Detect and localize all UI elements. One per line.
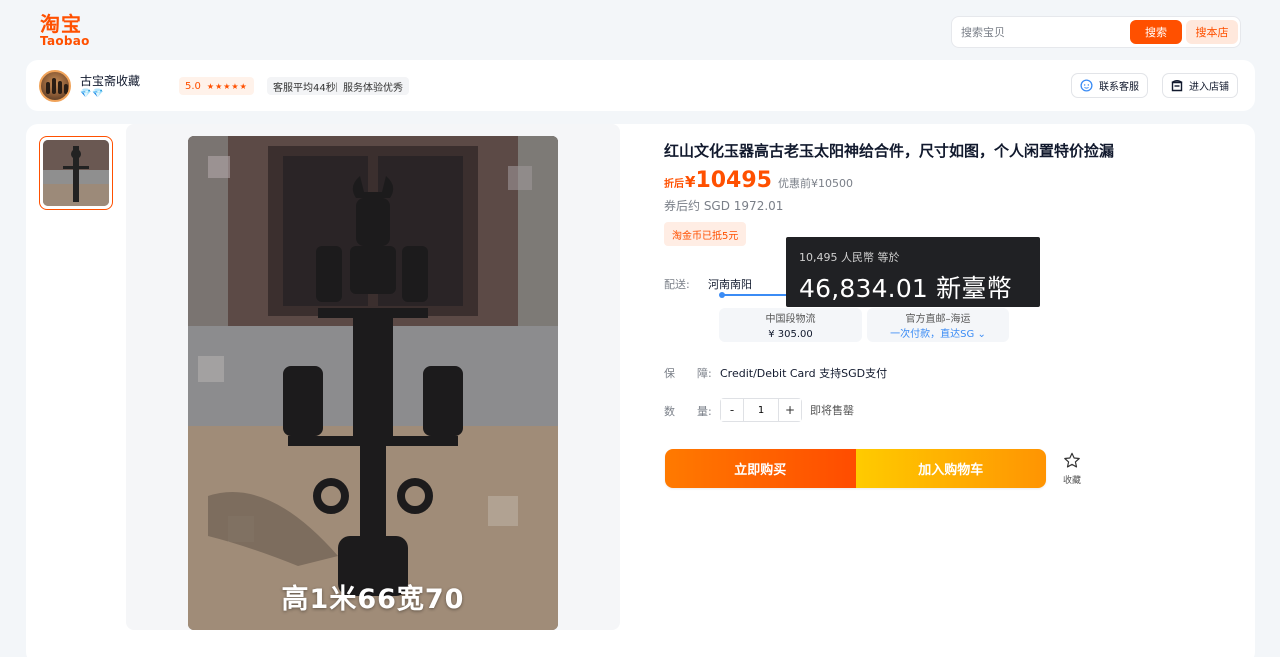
enter-store-button[interactable]: 进入店铺	[1162, 73, 1238, 98]
chevron-down-icon[interactable]: ⌄	[977, 329, 985, 340]
buy-now-button[interactable]: 立即购买	[665, 449, 856, 488]
store-icon	[1171, 79, 1183, 92]
price-value: 10495	[695, 168, 772, 193]
guarantee-label: 保 障:	[664, 367, 712, 380]
star-icon	[1063, 452, 1081, 472]
price-prefix: 折后	[664, 179, 684, 190]
shipping-route-dot	[719, 292, 725, 298]
quantity-label: 数 量:	[664, 405, 712, 418]
original-price: 优惠前¥10500	[777, 177, 853, 190]
shipping-route-line	[722, 294, 794, 296]
shipping-label: 配送:	[664, 278, 690, 291]
enter-store-label: 进入店铺	[1189, 82, 1229, 93]
coin-discount-badge: 淘金币已抵5元	[664, 222, 747, 246]
shipping-option-domestic[interactable]: 中国段物流 ¥ 305.00	[719, 308, 862, 342]
image-caption: 高1米66宽70	[281, 584, 465, 615]
product-card: 高1米66宽70 红山文化玉器高古老玉太阳神给合件，尺寸如图，个人闲置特价捡漏 …	[26, 124, 1255, 657]
shop-avatar[interactable]	[39, 70, 71, 102]
price-row: 折后 ¥ 10495 优惠前¥10500	[664, 168, 853, 193]
currency-tooltip: 10,495 人民幣 等於 46,834.01 新臺幣	[786, 237, 1040, 307]
thumbnail-image	[43, 140, 109, 206]
tooltip-source-amount: 10,495 人民幣 等於	[799, 251, 900, 264]
shipping-option-international[interactable]: 官方直邮–海运 一次付款，直达SG ⌄	[867, 308, 1009, 342]
logo-cn: 淘宝	[40, 12, 82, 36]
logo-en: Taobao	[40, 34, 90, 48]
purchase-buttons: 立即购买 加入购物车	[665, 449, 1046, 488]
search-input[interactable]	[954, 19, 1130, 45]
shop-name[interactable]: 古宝斋收藏	[80, 72, 140, 89]
quantity-stepper: - + 即将售罄	[720, 398, 854, 422]
shipping-option-domestic-price: ¥ 305.00	[768, 329, 813, 340]
add-to-cart-button[interactable]: 加入购物车	[855, 449, 1046, 488]
search-bar: 搜索 搜本店	[951, 16, 1241, 48]
chat-icon	[1080, 79, 1093, 92]
quantity-minus-button[interactable]: -	[721, 399, 743, 421]
favorite-button[interactable]: 收藏	[1060, 452, 1084, 486]
shipping-origin: 河南南阳	[708, 278, 752, 291]
shop-rating: 5.0 ★★★★★	[179, 77, 254, 95]
shipping-option-domestic-title: 中国段物流	[765, 314, 816, 325]
favorite-label: 收藏	[1062, 476, 1081, 486]
quantity-plus-button[interactable]: +	[779, 399, 801, 421]
tooltip-converted-amount: 46,834.01 新臺幣	[799, 274, 1012, 303]
quantity-input[interactable]	[743, 399, 779, 421]
taobao-logo[interactable]: 淘宝 Taobao	[40, 14, 100, 48]
rating-score: 5.0	[185, 80, 201, 92]
guarantee-text: Credit/Debit Card 支持SGD支付	[720, 367, 888, 380]
rating-stars-icon: ★★★★★	[206, 81, 248, 91]
shop-bar: 古宝斋收藏 💎💎 5.0 ★★★★★ 客服平均44秒回复 服务体验优秀 联系客服…	[26, 60, 1255, 111]
sgd-price: 券后约 SGD 1972.01	[664, 199, 784, 213]
search-store-button[interactable]: 搜本店	[1186, 20, 1238, 44]
contact-service-button[interactable]: 联系客服	[1071, 73, 1148, 98]
main-product-image[interactable]: 高1米66宽70	[188, 136, 558, 630]
thumbnail-1[interactable]	[39, 136, 113, 210]
product-title: 红山文化玉器高古老玉太阳神给合件，尺寸如图，个人闲置特价捡漏	[664, 142, 1115, 160]
shop-level-icon: 💎💎	[80, 89, 105, 99]
stock-note: 即将售罄	[810, 404, 854, 417]
shipping-option-intl-title: 官方直邮–海运	[905, 314, 971, 325]
price-currency: ¥	[685, 173, 696, 191]
contact-service-label: 联系客服	[1099, 82, 1139, 93]
search-button[interactable]: 搜索	[1130, 20, 1182, 44]
shipping-option-intl-desc: 一次付款，直达SG ⌄	[890, 329, 986, 340]
shop-tag-service: 服务体验优秀	[337, 77, 409, 95]
